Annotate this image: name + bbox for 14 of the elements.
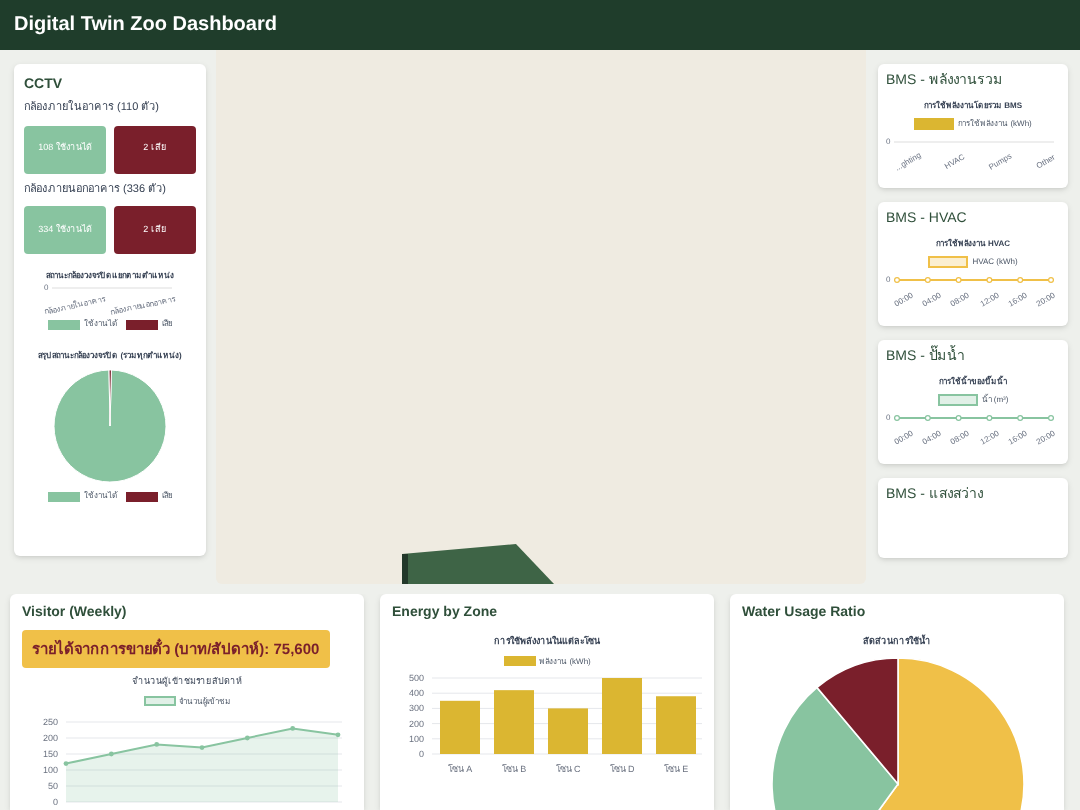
data-point	[290, 725, 296, 731]
data-point	[63, 760, 69, 766]
data-point	[154, 741, 160, 747]
bar	[494, 689, 534, 754]
bar	[548, 707, 588, 754]
bar	[602, 677, 642, 754]
bar	[656, 695, 696, 754]
header-title: Digital Twin Zoo Dashboard	[14, 12, 277, 40]
bar	[440, 700, 480, 754]
data-point	[108, 751, 114, 756]
data-point	[335, 731, 341, 737]
pie-chart-drawing	[52, 368, 168, 484]
data-point	[244, 735, 250, 740]
data-point	[199, 744, 205, 750]
